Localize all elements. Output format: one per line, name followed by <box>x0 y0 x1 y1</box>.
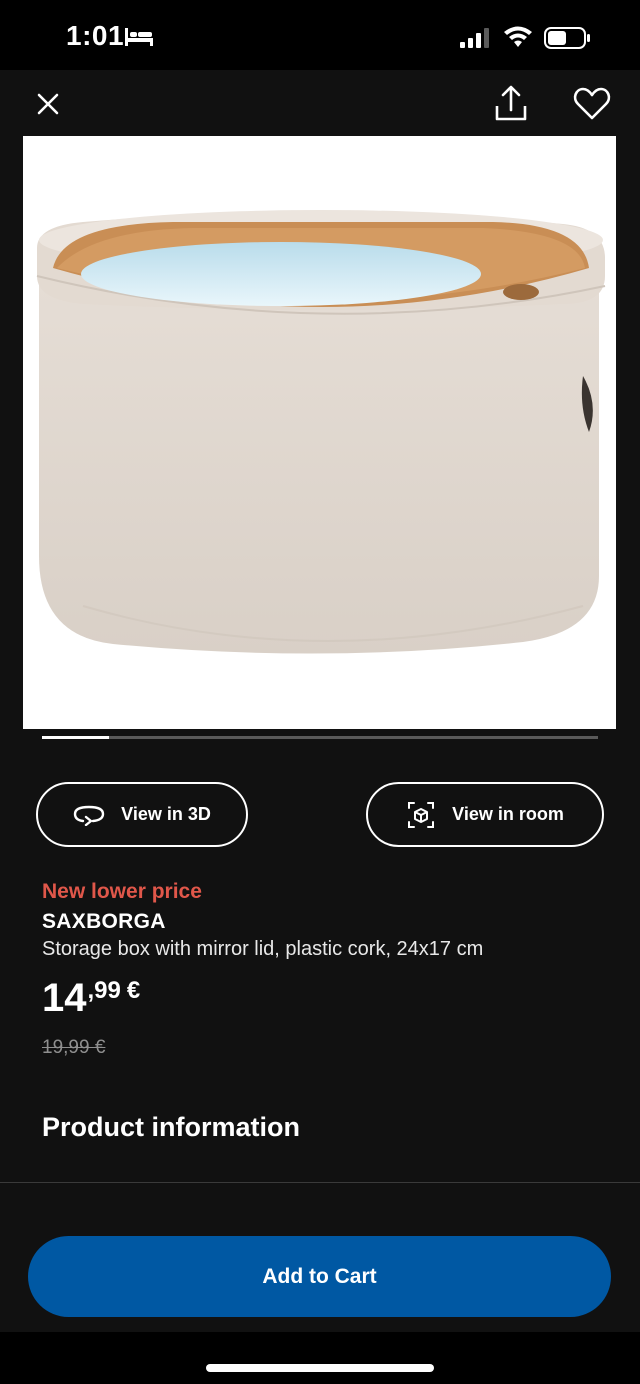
rotate-3d-icon <box>73 805 105 826</box>
status-bar: 1:01 <box>0 0 640 70</box>
bed-icon <box>125 28 153 46</box>
previous-price: 19,99 € <box>42 1037 106 1058</box>
signal-icon <box>460 28 489 48</box>
storage-box-illustration <box>36 210 606 654</box>
view-in-3d-label: View in 3D <box>121 804 211 824</box>
home-indicator[interactable] <box>206 1364 434 1372</box>
price-decimal: ,99 <box>87 977 121 1004</box>
share-button[interactable] <box>490 84 532 124</box>
carousel-progress <box>42 736 598 739</box>
view-in-3d-button[interactable]: View in 3D <box>36 782 248 847</box>
add-to-cart-label: Add to Cart <box>262 1264 377 1288</box>
product-image[interactable] <box>23 136 616 729</box>
view-in-room-button[interactable]: View in room <box>366 782 604 847</box>
price-integer: 14 <box>42 976 87 1020</box>
close-button[interactable] <box>28 88 68 120</box>
price-currency: € <box>126 977 141 1004</box>
status-time: 1:01 <box>66 20 125 51</box>
product-information-heading[interactable]: Product information <box>42 1112 300 1143</box>
wifi-icon <box>504 26 532 47</box>
favorite-button[interactable] <box>572 86 612 122</box>
close-icon <box>37 93 59 115</box>
product-price: 14 ,99 € <box>42 976 140 1020</box>
view-in-room-label: View in room <box>452 804 564 824</box>
ar-cube-icon <box>408 801 435 828</box>
carousel-progress-fill <box>42 736 109 739</box>
heart-icon <box>573 87 611 120</box>
divider <box>0 1182 640 1183</box>
add-to-cart-button[interactable]: Add to Cart <box>28 1236 611 1317</box>
product-name: SAXBORGA <box>42 910 166 933</box>
battery-icon <box>544 27 590 49</box>
product-description: Storage box with mirror lid, plastic cor… <box>42 938 484 960</box>
home-indicator-area <box>0 1332 640 1384</box>
price-promo-label: New lower price <box>42 880 202 903</box>
product-page: View in 3D View in room New lower price … <box>0 70 640 1332</box>
share-icon <box>495 85 527 121</box>
